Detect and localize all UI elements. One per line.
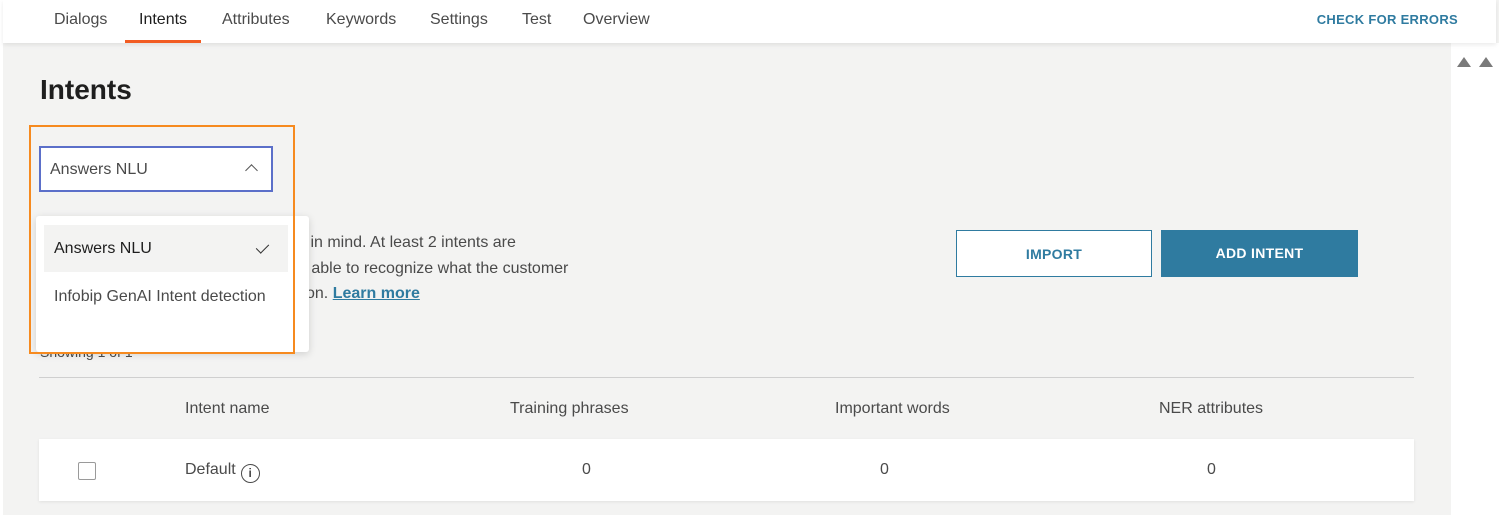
tab-intents[interactable]: Intents <box>125 0 202 43</box>
divider <box>39 377 1414 378</box>
collapse-up-icon[interactable] <box>1479 57 1493 67</box>
tab-attributes[interactable]: Attributes <box>208 0 304 43</box>
page-title: Intents <box>40 74 132 105</box>
header-important-words: Important words <box>835 400 950 417</box>
import-button[interactable]: IMPORT <box>956 230 1152 277</box>
top-nav: Dialogs Intents Attributes Keywords Sett… <box>3 0 1496 43</box>
tab-overview[interactable]: Overview <box>569 0 664 43</box>
side-panel <box>1451 43 1499 515</box>
tab-keywords[interactable]: Keywords <box>312 0 410 43</box>
training-phrases-count: 0 <box>582 461 591 478</box>
left-edge <box>0 0 3 515</box>
description: s in mind. At least 2 intents are e able… <box>298 230 568 307</box>
tab-test[interactable]: Test <box>508 0 565 43</box>
header-ner-attributes: NER attributes <box>1159 400 1264 417</box>
learn-more-link[interactable]: Learn more <box>333 285 420 302</box>
description-line: e able to recognize what the customer <box>298 259 569 277</box>
row-checkbox[interactable] <box>78 462 96 480</box>
checkmark-icon <box>255 240 270 254</box>
info-icon[interactable]: i <box>240 464 260 483</box>
option-genai-intent-detection[interactable]: Infobip GenAI Intent detection <box>44 285 288 308</box>
engine-select[interactable]: Answers NLU <box>39 146 273 192</box>
intent-name[interactable]: Default <box>185 461 236 478</box>
check-for-errors-button[interactable]: CHECK FOR ERRORS <box>1317 12 1458 27</box>
header-intent-name: Intent name <box>185 400 270 417</box>
tab-dialogs[interactable]: Dialogs <box>40 0 121 43</box>
add-intent-button[interactable]: ADD INTENT <box>1161 230 1358 277</box>
important-words-count: 0 <box>880 461 889 478</box>
engine-dropdown-menu: Answers NLU Infobip GenAI Intent detecti… <box>36 216 309 352</box>
tab-settings[interactable]: Settings <box>416 0 502 43</box>
chevron-up-icon <box>245 164 258 177</box>
ner-attributes-count: 0 <box>1207 461 1216 478</box>
option-label: Answers NLU <box>54 240 152 257</box>
header-training-phrases: Training phrases <box>510 400 629 417</box>
engine-select-value: Answers NLU <box>50 161 148 178</box>
collapse-up-icon[interactable] <box>1457 57 1471 67</box>
table-row[interactable]: Default i 0 0 0 <box>39 439 1414 501</box>
description-line: s in mind. At least 2 intents are <box>298 234 516 251</box>
option-answers-nlu[interactable]: Answers NLU <box>44 225 288 272</box>
